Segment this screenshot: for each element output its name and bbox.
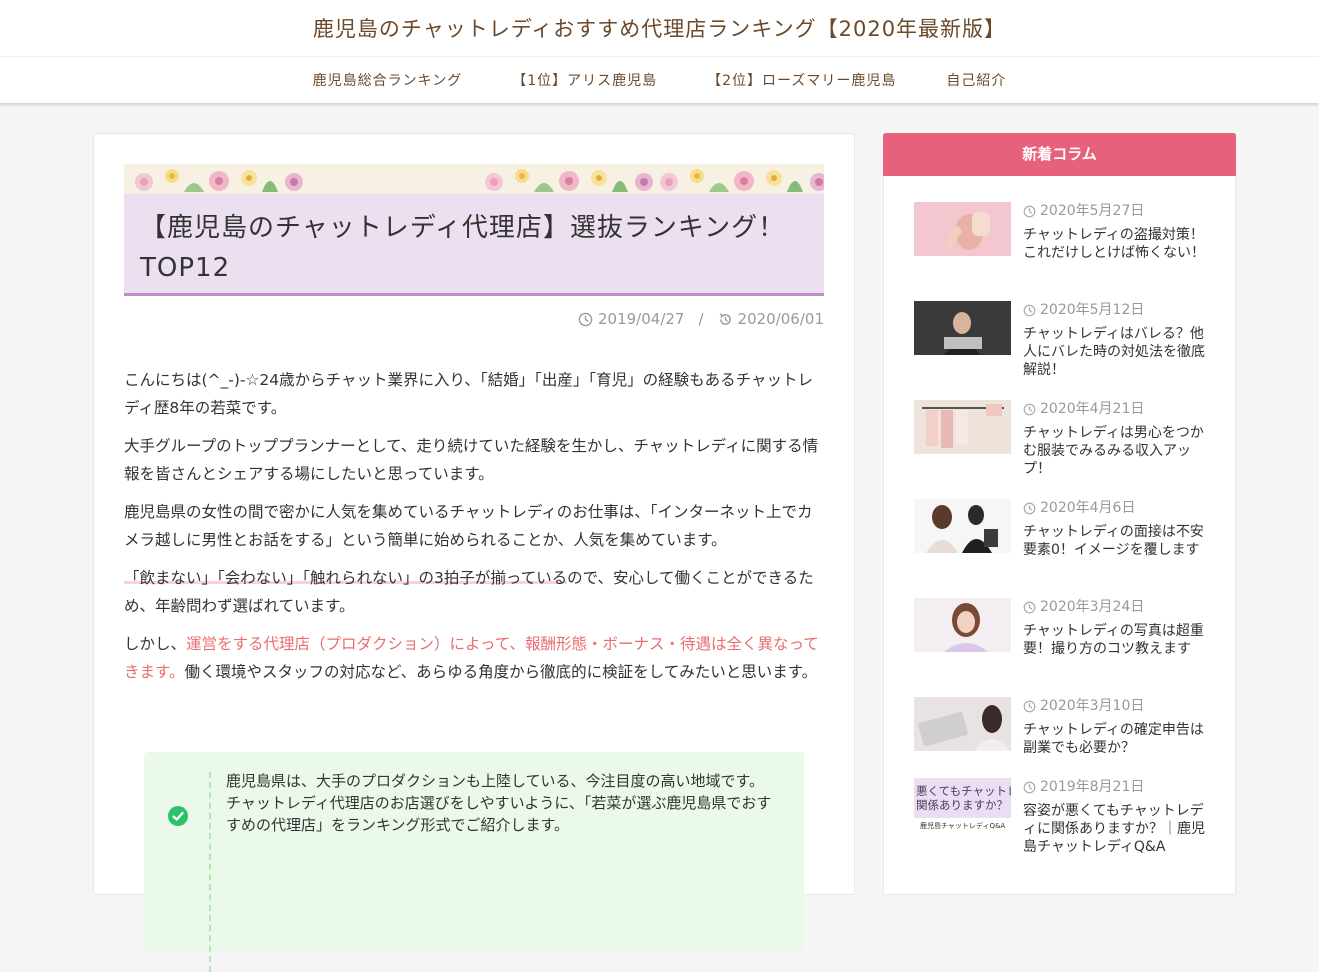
paragraph-however-end: 働く環境やスタッフの対応など、あらゆる角度から徹底的に検証をしてみたいと思います… (184, 663, 818, 681)
note-line-2: チャットレディ代理店のお店選びをしやすいように、「若菜が選ぶ鹿児島県でおすすめの… (226, 794, 772, 834)
global-nav: 鹿児島総合ランキング 【1位】アリス鹿児島 【2位】ローズマリー鹿児島 自己紹介 (0, 56, 1319, 103)
post-thumbnail[interactable] (914, 301, 1011, 355)
note-text: 鹿児島県は、大手のプロダクションも上陸している、今注目度の高い地域です。 チャッ… (226, 770, 786, 836)
post-thumbnail[interactable] (914, 697, 1011, 751)
article-body: こんにちは(^_-)-☆24歳からチャット業界に入り、「結婚」「出産」「育児」の… (124, 366, 826, 696)
info-note-box: 鹿児島県は、大手のプロダクションも上陸している、今注目度の高い地域です。 チャッ… (144, 752, 804, 972)
note-line-1: 鹿児島県は、大手のプロダクションも上陸している、今注目度の高い地域です。 (226, 772, 765, 790)
post-date-text: 2020年4月21日 (1040, 401, 1145, 417)
clock-icon (1023, 700, 1036, 712)
nav-item-rosemary-kagoshima[interactable]: 【2位】ローズマリー鹿児島 (707, 70, 896, 90)
paragraph-three-points: 「飲まない」「会わない」「触れられない」の3拍子が揃っているので、安心して働くこ… (124, 564, 826, 620)
post-thumbnail[interactable] (914, 499, 1011, 553)
site-header: 鹿児島のチャットレディおすすめ代理店ランキング【2020年最新版】 (0, 0, 1319, 56)
sidebar-post[interactable]: 2020年3月24日 チャットレディの写真は超重要！撮り方のコツ教えます (914, 598, 1214, 688)
post-date-text: 2020年4月6日 (1040, 500, 1136, 516)
post-title[interactable]: チャットレディは男心をつかむ服装でみるみる収入アップ！ (1023, 424, 1208, 478)
sidebar-new-columns: 新着コラム 2020年5月27日 チャットレディの盗撮対策！これだけしとけば怖く… (883, 133, 1236, 895)
paragraph-intro: こんにちは(^_-)-☆24歳からチャット業界に入り、「結婚」「出産」「育児」の… (124, 371, 813, 417)
clock-icon (1023, 205, 1036, 217)
sidebar-heading: 新着コラム (883, 133, 1236, 176)
clock-icon (1023, 304, 1036, 316)
post-date: 2020年5月27日 (1023, 202, 1144, 220)
article-title-box: 【鹿児島のチャットレディ代理店】選抜ランキング！TOP12 (124, 194, 824, 296)
post-title[interactable]: チャットレディの盗撮対策！これだけしとけば怖くない！ (1023, 226, 1208, 262)
post-date: 2020年3月10日 (1023, 697, 1144, 715)
clock-icon (1023, 601, 1036, 613)
article-title: 【鹿児島のチャットレディ代理店】選抜ランキング！TOP12 (140, 213, 786, 283)
nav-item-overall-ranking[interactable]: 鹿児島総合ランキング (313, 70, 463, 90)
nav-item-alice-kagoshima[interactable]: 【1位】アリス鹿児島 (512, 70, 657, 90)
post-thumbnail[interactable]: 悪くてもチャットレ 関係ありますか？ 鹿児島チャットレディQ&A (914, 778, 1011, 832)
site-title[interactable]: 鹿児島のチャットレディおすすめ代理店ランキング【2020年最新版】 (313, 13, 1006, 43)
paragraph-however: しかし、運営をする代理店（プロダクション）によって、報酬形態・ボーナス・待遇は全… (124, 630, 826, 686)
clock-icon (1023, 781, 1036, 793)
post-title[interactable]: チャットレディの確定申告は副業でも必要か？ (1023, 721, 1208, 757)
sidebar-post[interactable]: 2020年5月27日 チャットレディの盗撮対策！これだけしとけば怖くない！ (914, 202, 1214, 292)
sidebar-post[interactable]: 2020年4月21日 チャットレディは男心をつかむ服装でみるみる収入アップ！ (914, 400, 1214, 490)
post-title[interactable]: 容姿が悪くてもチャットレディに関係ありますか？｜鹿児島チャットレディQ&A (1023, 802, 1208, 856)
sidebar-post[interactable]: 2020年3月10日 チャットレディの確定申告は副業でも必要か？ (914, 697, 1214, 787)
sidebar-post[interactable]: 2020年5月12日 チャットレディはバレる？他人にバレた時の対処法を徹底解説！ (914, 301, 1214, 391)
paragraph-purpose: 大手グループのトッププランナーとして、走り続けていた経験を生かし、チャットレディ… (124, 437, 819, 483)
post-date-text: 2019年8月21日 (1040, 779, 1145, 795)
thumbnail-caption: 鹿児島チャットレディQ&A (920, 821, 1005, 830)
post-thumbnail[interactable] (914, 202, 1011, 256)
post-title[interactable]: チャットレディの面接は不安要素0！イメージを覆します (1023, 523, 1208, 559)
post-thumbnail[interactable] (914, 598, 1011, 652)
paragraph-popularity: 鹿児島県の女性の間で密かに人気を集めているチャットレディのお仕事は、「インターネ… (124, 503, 813, 549)
sidebar-post[interactable]: 悪くてもチャットレ 関係ありますか？ 鹿児島チャットレディQ&A 2019年8月… (914, 778, 1214, 868)
post-date: 2019年8月21日 (1023, 778, 1144, 796)
check-circle-icon (168, 806, 188, 826)
post-date: 2020年4月21日 (1023, 400, 1144, 418)
post-date: 2020年5月12日 (1023, 301, 1144, 319)
article-dates: 2019/04/27 / 2020/06/01 (578, 310, 824, 328)
clock-icon (1023, 403, 1036, 415)
post-date: 2020年4月6日 (1023, 499, 1135, 517)
post-date-text: 2020年3月10日 (1040, 698, 1145, 714)
post-date-text: 2020年5月27日 (1040, 203, 1145, 219)
thumbnail-text-line-1: 悪くてもチャットレ (916, 784, 1011, 798)
post-thumbnail[interactable] (914, 400, 1011, 454)
paragraph-however-start: しかし、 (124, 635, 187, 653)
article-card: 【鹿児島のチャットレディ代理店】選抜ランキング！TOP12 2019/04/27… (93, 133, 855, 972)
update-icon (719, 312, 731, 325)
flower-banner-image (124, 164, 824, 194)
highlighted-text: 「飲まない」「会わない」「触れられない」の3拍子が揃っている (124, 569, 568, 587)
post-date: 2020年3月24日 (1023, 598, 1144, 616)
clock-icon (1023, 502, 1036, 514)
post-date-text: 2020年3月24日 (1040, 599, 1145, 615)
thumbnail-text-line-2: 関係ありますか？ (916, 798, 1008, 812)
post-title[interactable]: チャットレディはバレる？他人にバレた時の対処法を徹底解説！ (1023, 325, 1208, 379)
clock-icon (578, 312, 593, 326)
post-title[interactable]: チャットレディの写真は超重要！撮り方のコツ教えます (1023, 622, 1208, 658)
nav-item-profile[interactable]: 自己紹介 (946, 70, 1006, 90)
updated-date: 2020/06/01 (737, 310, 824, 328)
date-separator: / (698, 310, 704, 328)
sidebar-post[interactable]: 2020年4月6日 チャットレディの面接は不安要素0！イメージを覆します (914, 499, 1214, 589)
published-date: 2019/04/27 (598, 310, 685, 328)
note-divider (209, 772, 211, 972)
post-date-text: 2020年5月12日 (1040, 302, 1145, 318)
